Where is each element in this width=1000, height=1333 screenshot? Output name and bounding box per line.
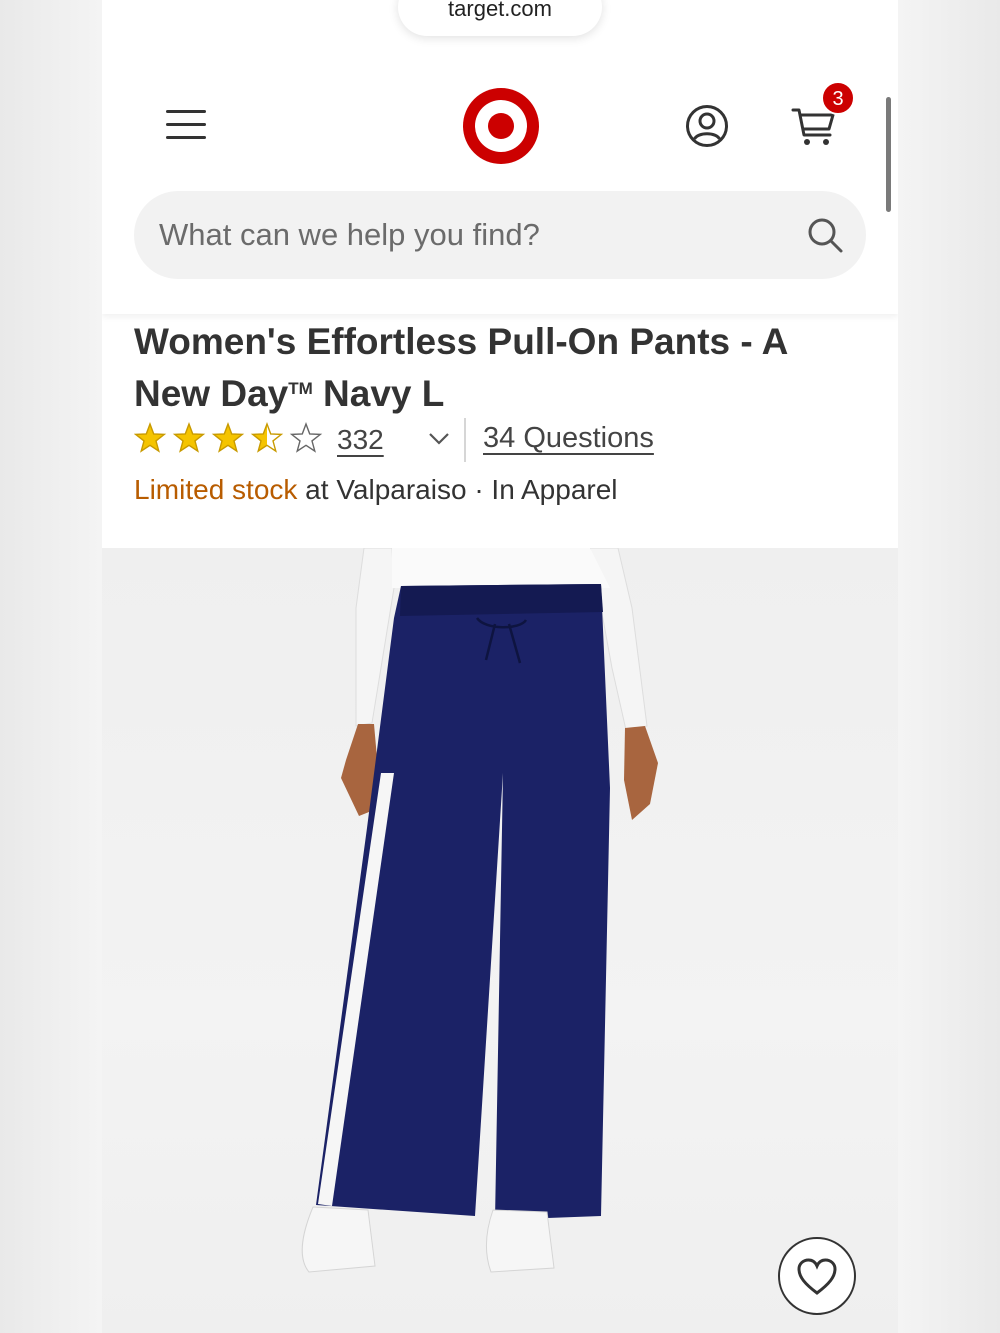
left-background: [0, 0, 102, 1333]
star-icon: [172, 422, 206, 453]
product-page: target.com 3 Women's Effortless Pull-On: [102, 0, 898, 1333]
cart-count-badge: 3: [821, 81, 855, 115]
divider: [464, 418, 466, 462]
heart-icon: [797, 1258, 837, 1295]
stock-location: at Valparaiso · In Apparel: [297, 474, 618, 505]
search-icon[interactable]: [806, 216, 844, 254]
questions-link[interactable]: 34 Questions: [483, 422, 654, 455]
stock-status: Limited stock at Valparaiso · In Apparel: [134, 474, 618, 506]
target-logo[interactable]: [463, 88, 539, 164]
product-title-tail: Navy L: [312, 373, 445, 414]
hamburger-menu-icon[interactable]: [164, 107, 208, 143]
trademark-symbol: TM: [288, 379, 313, 398]
star-icon: [211, 422, 245, 453]
star-icon: [250, 422, 284, 453]
star-rating[interactable]: [134, 420, 324, 458]
product-photo: [301, 548, 658, 1273]
search-input[interactable]: [134, 191, 866, 279]
stock-status-label: Limited stock: [134, 474, 298, 505]
url-text: target.com: [448, 0, 552, 21]
star-icon: [134, 422, 167, 453]
favorite-button[interactable]: [778, 1237, 856, 1315]
product-title-main: Women's Effortless Pull-On Pants - A New…: [134, 321, 787, 414]
browser-url-bar[interactable]: target.com: [398, 0, 602, 36]
review-count-link[interactable]: 332: [337, 424, 384, 456]
scrollbar[interactable]: [886, 97, 891, 212]
chevron-down-icon[interactable]: [428, 432, 450, 446]
site-header: target.com 3: [102, 0, 898, 314]
star-icon: [289, 422, 323, 453]
product-image[interactable]: [102, 548, 898, 1333]
rating-row: 332 34 Questions: [134, 418, 784, 462]
right-background: [898, 0, 1000, 1333]
product-title: Women's Effortless Pull-On Pants - A New…: [134, 318, 854, 417]
account-icon[interactable]: [685, 104, 729, 148]
